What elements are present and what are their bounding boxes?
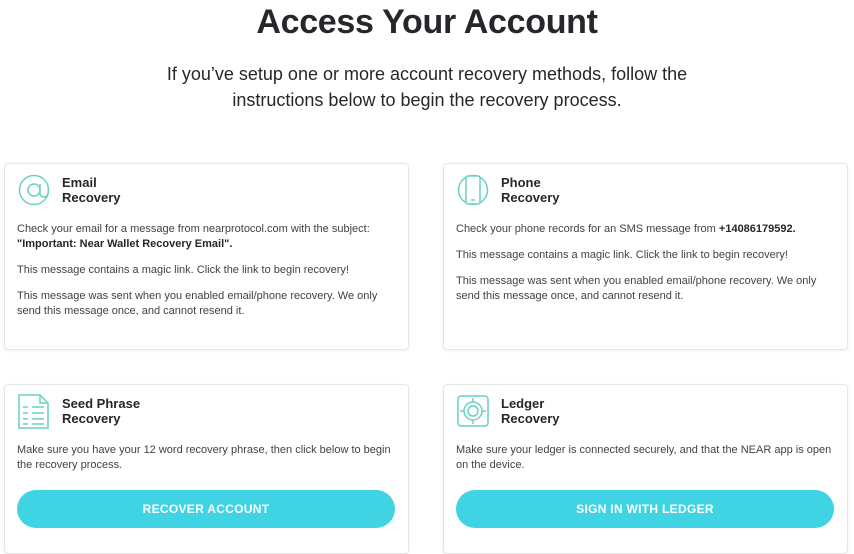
seed-instruction: Make sure you have your 12 word recovery… xyxy=(17,444,391,471)
ledger-recovery-card: Ledger Recovery Make sure your ledger is… xyxy=(443,384,848,554)
phone-sent-note: This message was sent when you enabled e… xyxy=(456,275,817,302)
phone-recovery-card: Phone Recovery Check your phone records … xyxy=(443,163,848,350)
email-instruction-text: Check your email for a message from near… xyxy=(17,223,370,235)
email-recovery-card: Email Recovery Check your email for a me… xyxy=(4,163,409,350)
phone-magic-link-note: This message contains a magic link. Clic… xyxy=(456,249,788,261)
seed-card-heading: Seed Phrase Recovery xyxy=(62,396,140,426)
seed-card-subtitle: Recovery xyxy=(62,411,121,426)
seed-card-body: Make sure you have your 12 word recovery… xyxy=(17,443,396,484)
ledger-instruction: Make sure your ledger is connected secur… xyxy=(456,444,832,471)
ledger-card-subtitle: Recovery xyxy=(501,411,560,426)
ledger-card-title: Ledger xyxy=(501,396,545,411)
phone-card-subtitle: Recovery xyxy=(501,190,560,205)
page-title: Access Your Account xyxy=(256,3,598,41)
phone-card-heading: Phone Recovery xyxy=(501,175,560,205)
email-subject-line: "Important: Near Wallet Recovery Email". xyxy=(17,238,233,250)
at-sign-icon xyxy=(17,172,51,208)
phone-instruction-text: Check your phone records for an SMS mess… xyxy=(456,223,719,235)
email-card-body: Check your email for a message from near… xyxy=(17,222,396,330)
ledger-card-body: Make sure your ledger is connected secur… xyxy=(456,443,835,484)
ledger-device-icon xyxy=(456,393,490,429)
seed-card-title: Seed Phrase xyxy=(62,396,141,411)
phone-number: +14086179592. xyxy=(718,223,796,235)
email-sent-note: This message was sent when you enabled e… xyxy=(17,290,378,317)
sign-in-with-ledger-button[interactable]: SIGN IN WITH LEDGER xyxy=(456,490,834,528)
email-magic-link-note: This message contains a magic link. Clic… xyxy=(17,264,349,276)
email-instruction: Check your email for a message from near… xyxy=(17,222,396,252)
email-card-heading: Email Recovery xyxy=(62,175,121,205)
phone-card-body: Check your phone records for an SMS mess… xyxy=(456,222,835,315)
recover-account-button[interactable]: RECOVER ACCOUNT xyxy=(17,490,395,528)
page-subtitle: If you’ve setup one or more account reco… xyxy=(166,64,688,110)
email-card-title: Email xyxy=(62,175,97,190)
seed-phrase-recovery-card: Seed Phrase Recovery Make sure you have … xyxy=(4,384,409,554)
phone-instruction: Check your phone records for an SMS mess… xyxy=(456,222,835,237)
seed-phrase-list-icon xyxy=(17,393,51,429)
phone-icon xyxy=(456,172,490,208)
phone-card-title: Phone xyxy=(501,175,541,190)
ledger-card-heading: Ledger Recovery xyxy=(501,396,560,426)
email-card-subtitle: Recovery xyxy=(62,190,121,205)
